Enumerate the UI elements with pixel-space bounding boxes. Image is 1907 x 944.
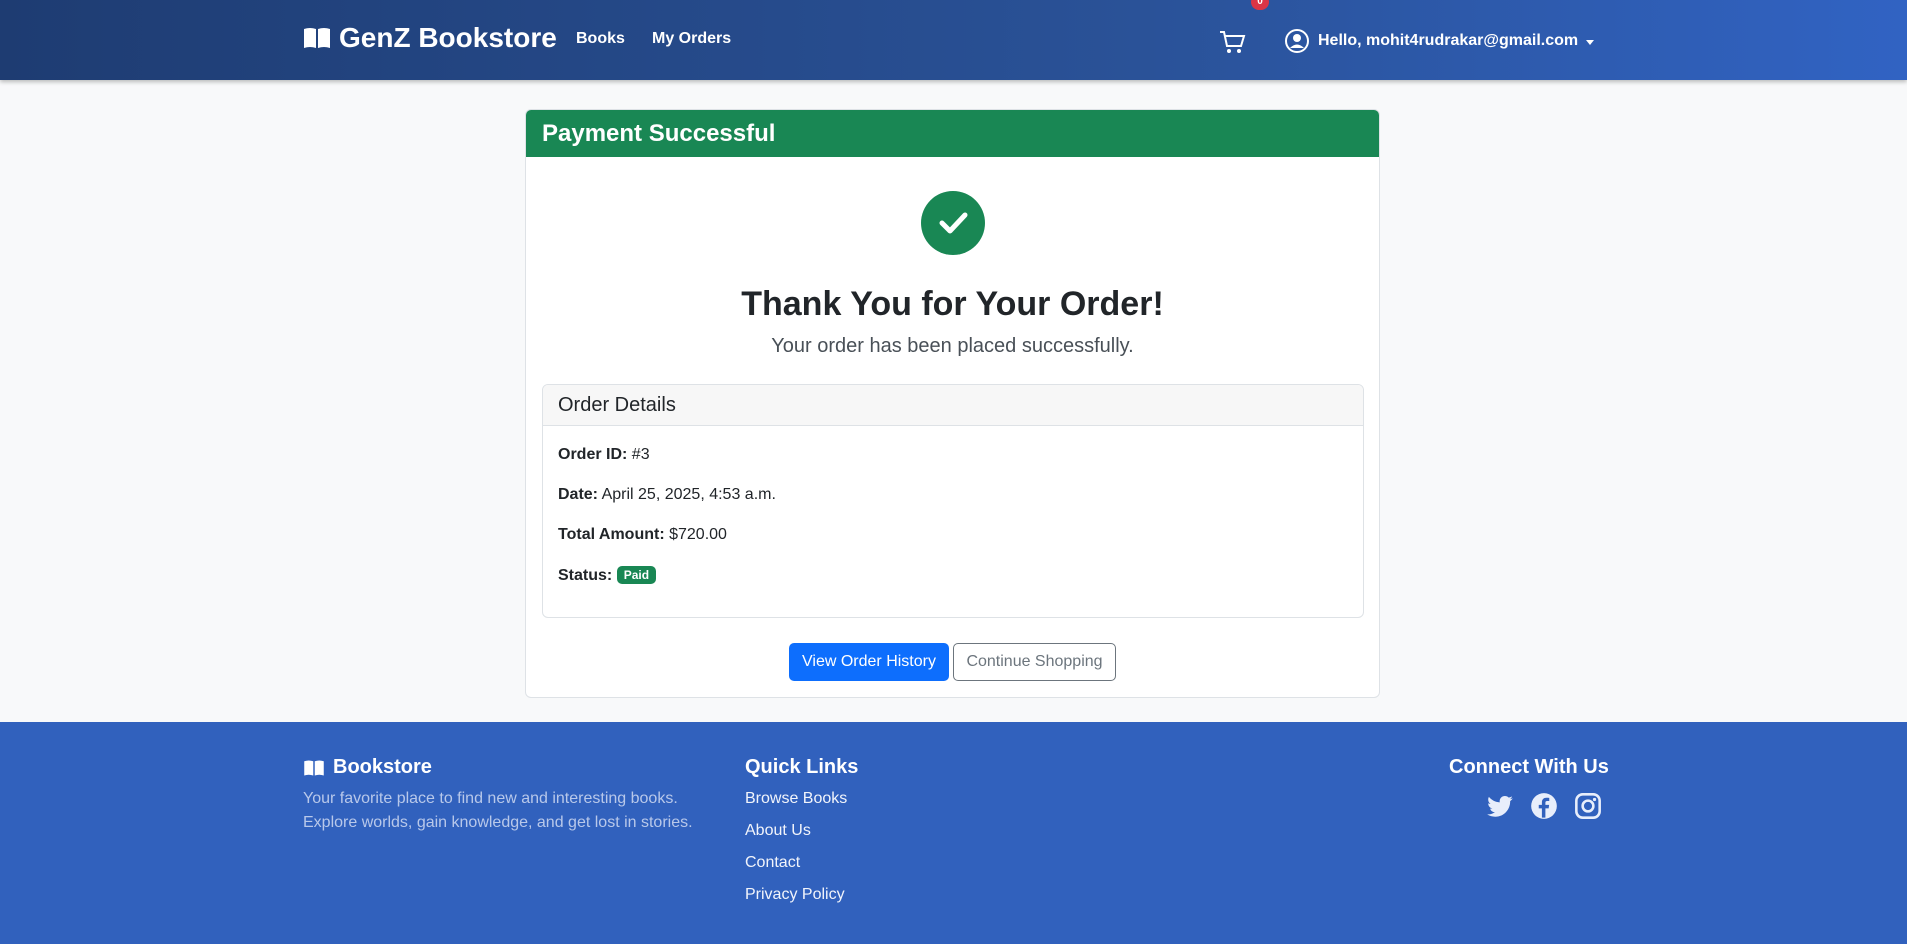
footer-brand-name: Bookstore	[333, 756, 432, 778]
footer-brand: Bookstore	[303, 756, 432, 779]
order-date-row: Date: April 25, 2025, 4:53 a.m.	[558, 486, 776, 504]
navbar: GenZ Bookstore Books My Orders 0 Hello, …	[0, 0, 1907, 80]
footer-link-contact[interactable]: Contact	[745, 851, 847, 883]
order-status-row: Status: Paid	[558, 566, 657, 585]
brand-name: GenZ Bookstore	[339, 22, 557, 53]
order-id-label: Order ID:	[558, 446, 628, 463]
quick-links-list: Browse Books About Us Contact Privacy Po…	[745, 787, 847, 915]
user-icon	[1285, 29, 1309, 53]
nav-link-my-orders[interactable]: My Orders	[652, 30, 731, 48]
footer-link-browse-books[interactable]: Browse Books	[745, 787, 847, 819]
user-dropdown[interactable]: Hello, mohit4rudrakar@gmail.com	[1284, 28, 1595, 54]
footer-link-about-us[interactable]: About Us	[745, 819, 847, 851]
order-date-label: Date:	[558, 486, 599, 503]
cart-count-badge: 0	[1251, 0, 1269, 10]
order-id-value: #3	[631, 446, 650, 463]
order-total-row: Total Amount: $720.00	[558, 526, 727, 544]
order-status-label: Status:	[558, 567, 613, 584]
user-greeting: Hello, mohit4rudrakar@gmail.com	[1318, 32, 1579, 49]
nav-link-books[interactable]: Books	[576, 30, 625, 48]
instagram-icon[interactable]	[1574, 792, 1602, 820]
order-details-title: Order Details	[543, 385, 1363, 426]
thank-you-heading: Thank You for Your Order!	[741, 285, 1164, 323]
footer: Bookstore Your favorite place to find ne…	[0, 722, 1907, 944]
status-badge: Paid	[616, 566, 657, 584]
success-subtext: Your order has been placed successfully.	[771, 335, 1134, 357]
footer-description-line: Your favorite place to find new and inte…	[303, 790, 678, 807]
footer-description-line: Explore worlds, gain knowledge, and get …	[303, 814, 693, 831]
book-icon	[304, 28, 330, 48]
continue-shopping-button[interactable]: Continue Shopping	[953, 643, 1116, 681]
facebook-icon[interactable]	[1530, 792, 1558, 820]
quick-links-title: Quick Links	[745, 756, 859, 778]
card-header: Payment Successful	[526, 110, 1379, 157]
order-id-row: Order ID: #3	[558, 446, 650, 464]
connect-title: Connect With Us	[1449, 756, 1609, 778]
twitter-icon[interactable]	[1486, 792, 1514, 820]
check-circle-icon	[921, 191, 985, 255]
chevron-down-icon	[1586, 39, 1595, 45]
order-date-value: April 25, 2025, 4:53 a.m.	[601, 486, 776, 503]
brand-link[interactable]: GenZ Bookstore	[303, 22, 557, 54]
book-icon	[304, 760, 324, 775]
cart-icon[interactable]	[1218, 28, 1246, 56]
footer-description: Your favorite place to find new and inte…	[303, 787, 693, 835]
order-total-label: Total Amount:	[558, 526, 665, 543]
view-order-history-button[interactable]: View Order History	[789, 643, 949, 681]
footer-link-privacy-policy[interactable]: Privacy Policy	[745, 883, 847, 915]
payment-success-card: Payment Successful Thank You for Your Or…	[525, 109, 1380, 698]
order-details-panel: Order Details Order ID: #3 Date: April 2…	[542, 384, 1364, 618]
order-total-value: $720.00	[669, 526, 727, 543]
